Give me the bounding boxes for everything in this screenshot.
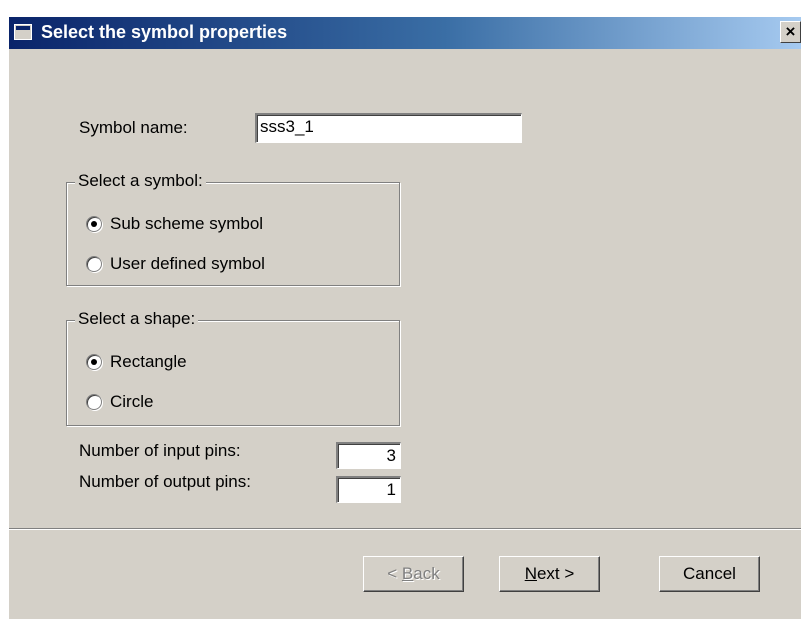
symbol-name-input[interactable]: sss3_1 xyxy=(255,113,522,143)
radio-button-circle[interactable] xyxy=(86,394,102,410)
next-button-accel: N xyxy=(524,564,537,583)
next-button-rest: ext > xyxy=(536,564,575,583)
symbol-type-group: Select a symbol: Sub scheme symbol User … xyxy=(66,171,400,286)
symbol-type-group-label: Select a symbol: xyxy=(75,171,206,191)
back-button-accel: B xyxy=(401,564,414,583)
output-pins-field[interactable]: 1 xyxy=(336,476,401,503)
symbol-properties-dialog: Select the symbol properties × Symbol na… xyxy=(8,16,801,619)
next-button[interactable]: Next > xyxy=(499,556,600,592)
radio-button-sub-scheme[interactable] xyxy=(86,216,102,232)
window-icon xyxy=(14,24,32,40)
cancel-button[interactable]: Cancel xyxy=(659,556,760,592)
symbol-name-label: Symbol name: xyxy=(79,118,188,137)
output-pins-label: Number of output pins: xyxy=(79,472,251,491)
radio-label-circle: Circle xyxy=(110,392,154,411)
back-button-rest: ack xyxy=(413,564,440,583)
input-pins-label: Number of input pins: xyxy=(79,441,241,460)
close-button[interactable]: × xyxy=(780,21,801,43)
input-pins-field[interactable]: 3 xyxy=(336,442,401,469)
window-title: Select the symbol properties xyxy=(41,22,288,42)
shape-group-label: Select a shape: xyxy=(75,309,199,329)
radio-label-rectangle: Rectangle xyxy=(110,352,187,371)
radio-button-user-defined[interactable] xyxy=(86,256,102,272)
radio-button-rectangle[interactable] xyxy=(86,354,102,370)
radio-label-user-defined: User defined symbol xyxy=(110,254,265,273)
shape-group: Select a shape: Rectangle Circle xyxy=(66,309,400,426)
back-button[interactable]: < Back xyxy=(363,556,464,592)
back-button-prefix: < xyxy=(387,564,402,583)
button-separator xyxy=(9,528,801,530)
radio-label-sub-scheme: Sub scheme symbol xyxy=(110,214,264,233)
title-bar[interactable]: Select the symbol properties × xyxy=(9,17,801,49)
